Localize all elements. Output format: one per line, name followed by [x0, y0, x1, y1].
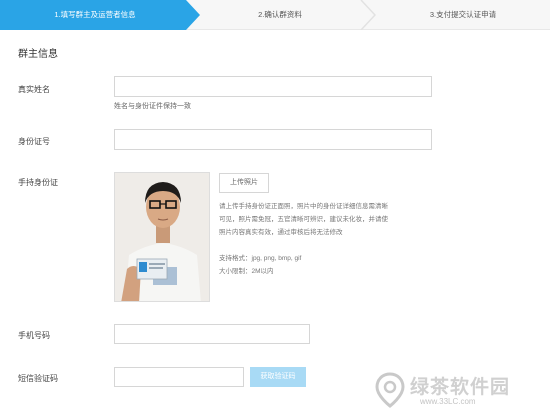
id-number-input[interactable]: [114, 129, 432, 150]
id-photo-preview: [114, 172, 210, 302]
watermark-text: 绿茶软件园: [410, 376, 511, 398]
progress-steps: 1.填写群主及运营者信息 2.确认群资料 3.支付提交认证申请: [0, 0, 550, 30]
phone-input[interactable]: [114, 324, 310, 344]
step-1[interactable]: 1.填写群主及运营者信息: [0, 0, 190, 30]
watermark-url: www.33LC.com: [420, 397, 476, 406]
step-3[interactable]: 3.支付提交认证申请: [376, 0, 550, 30]
id-number-label: 身份证号: [18, 137, 50, 146]
real-name-label: 真实姓名: [18, 85, 50, 94]
supported-formats-text: 支持格式：jpg, png, bmp, gif: [219, 255, 302, 262]
sms-code-input[interactable]: [114, 367, 244, 387]
id-photo-label: 手持身份证: [18, 178, 58, 187]
upload-photo-button[interactable]: 上传照片: [219, 173, 269, 193]
real-name-hint: 姓名与身份证件保持一致: [114, 103, 191, 110]
site-watermark: 绿茶软件园 www.33LC.com: [370, 370, 546, 410]
step-separator-icon: [360, 0, 376, 30]
step-2[interactable]: 2.确认群资料: [200, 0, 360, 30]
real-name-input[interactable]: [114, 76, 432, 97]
photo-format-info: 支持格式：jpg, png, bmp, gif 大小限制：2M以内: [219, 252, 301, 278]
size-limit-text: 大小限制：2M以内: [219, 268, 274, 275]
phone-label: 手机号码: [18, 331, 50, 340]
person-holding-id-image: [115, 173, 209, 301]
photo-requirements-text: 请上传手持身份证正面照，照片中的身份证详细信息需清晰可见，照片需免冠，五官清晰可…: [219, 203, 388, 236]
get-sms-code-button[interactable]: 获取验证码: [250, 367, 306, 387]
sms-code-label: 短信验证码: [18, 374, 58, 383]
location-pin-logo-icon: [375, 372, 405, 408]
section-title: 群主信息: [18, 49, 58, 60]
